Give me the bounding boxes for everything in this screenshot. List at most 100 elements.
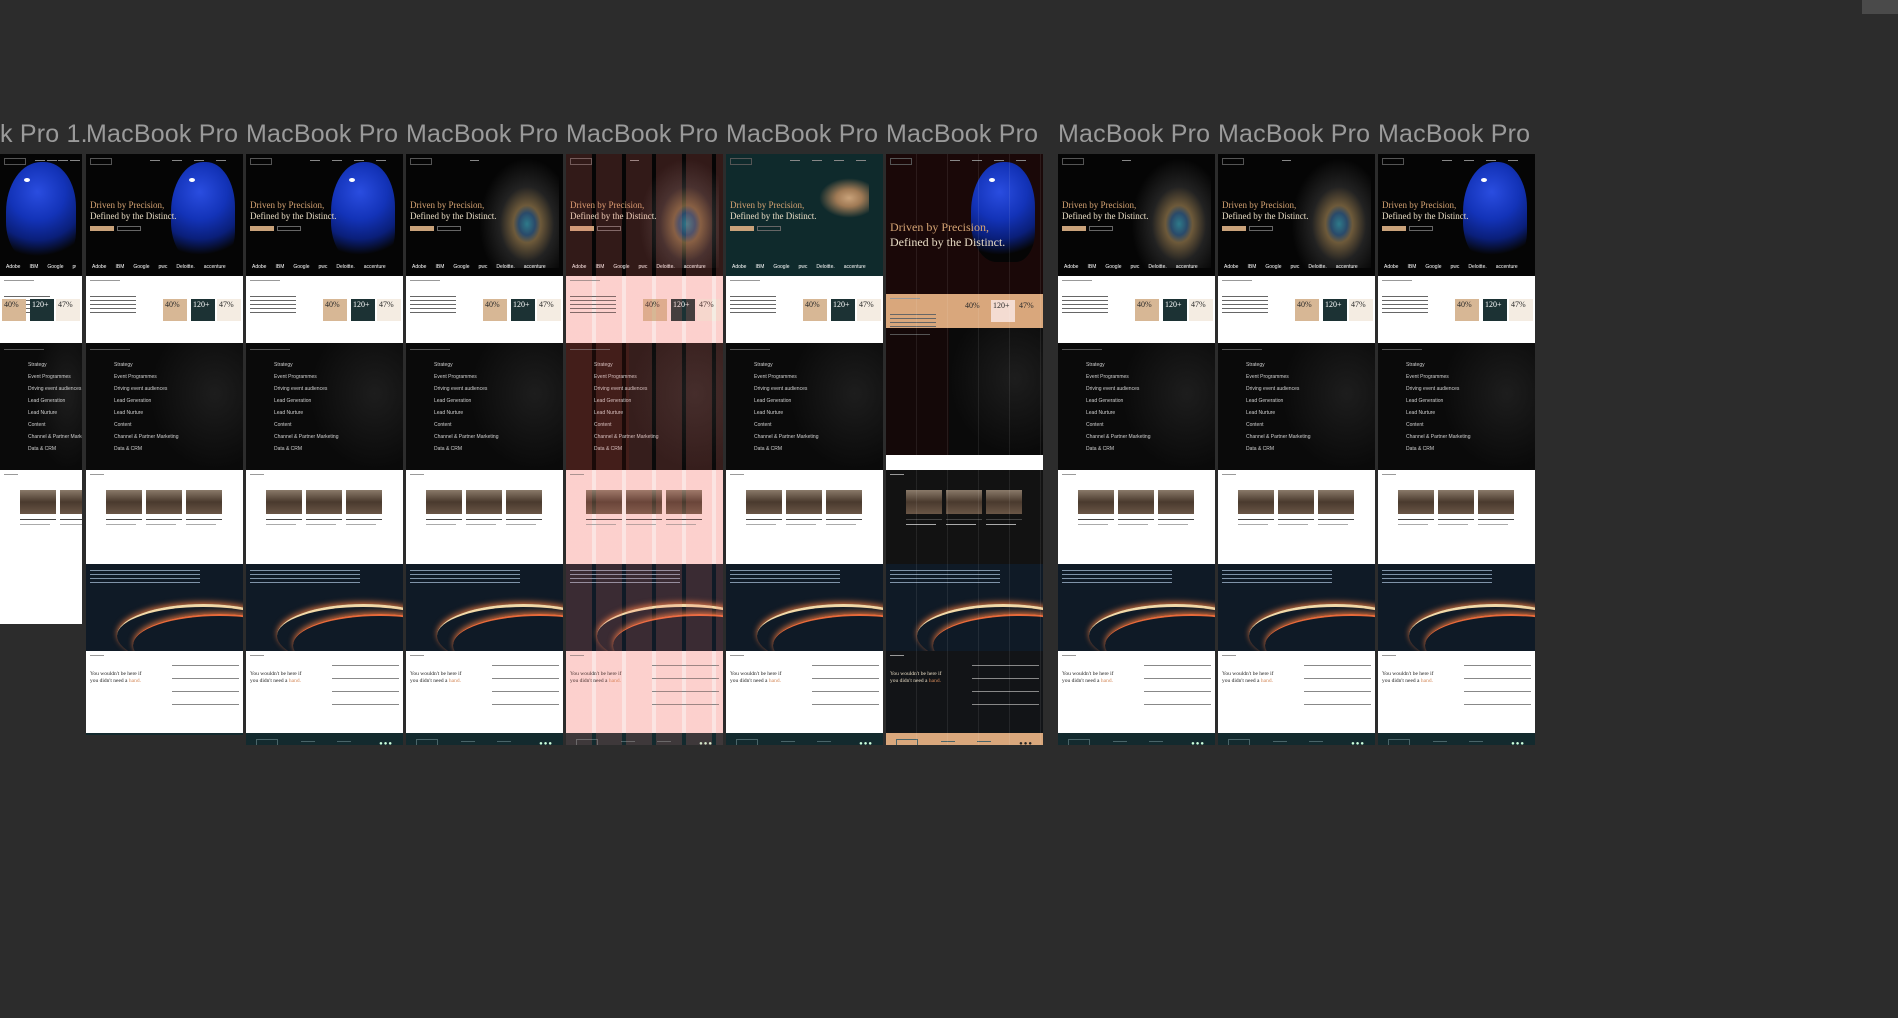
service-item: Lead Nurture	[754, 410, 784, 416]
services-section: Strategy Event Programmes Driving event au…	[1058, 343, 1215, 470]
artboard-title[interactable]: MacBook Pro 1...	[86, 118, 247, 150]
service-item: Lead Nurture	[594, 410, 624, 416]
site-logo	[90, 158, 112, 165]
artboard-preview[interactable]: Driven by Precision, Defined by the Disti…	[1378, 154, 1535, 745]
artboard-preview[interactable]: AdobeIBMGooglepwcDeloitte.accenture40%12…	[0, 154, 82, 624]
form-field-line	[1304, 678, 1371, 679]
secondary-cta-button	[117, 226, 141, 231]
contact-heading: You wouldn't be here if you didn't need a…	[1382, 671, 1433, 685]
service-item: Lead Nurture	[114, 410, 144, 416]
event-photo	[20, 490, 56, 514]
case-study-meta	[1478, 524, 1508, 525]
artboard-preview[interactable]: Driven by Precision, Defined by the Disti…	[886, 154, 1043, 745]
text-line	[1222, 578, 1332, 579]
services-section: Strategy Event Programmes Driving event au…	[406, 343, 563, 470]
text-line	[570, 296, 616, 297]
artboard-preview[interactable]: Driven by Precision, Defined by the Disti…	[566, 154, 723, 745]
text-line	[1222, 300, 1268, 301]
artboard-preview[interactable]: Driven by Precision, Defined by the Disti…	[726, 154, 883, 745]
artboard-preview[interactable]: Driven by Precision, Defined by the Disti…	[1058, 154, 1215, 745]
case-study-title	[826, 519, 862, 520]
artboard-title[interactable]: k Pro 1...	[0, 118, 86, 150]
stat-card: 120+	[191, 299, 215, 321]
artboard-preview[interactable]: Driven by Precision, Defined by the Disti…	[1218, 154, 1375, 745]
artboard-preview[interactable]: Driven by Precision, Defined by the Disti…	[406, 154, 563, 745]
artboard-title[interactable]: MacBook Pro 1...	[886, 118, 1047, 150]
case-study-title	[906, 519, 942, 520]
hero-headline-line2: Defined by the Distinct.	[410, 211, 497, 221]
client-logo: Google	[1105, 264, 1122, 270]
contact-heading-line2: you didn't need a hand.	[90, 678, 141, 685]
event-photo	[946, 490, 982, 514]
client-logo: IBM	[1407, 264, 1417, 270]
stats-section: 40% 120+ 47%	[566, 276, 723, 343]
client-logo: Adobe	[732, 264, 747, 270]
peacock-image	[6, 162, 76, 262]
case-study-meta	[1318, 524, 1348, 525]
case-study-title	[106, 519, 142, 520]
contact-heading: You wouldn't be here if you didn't need a…	[730, 671, 781, 685]
hero-headline: Driven by Precision, Defined by the Disti…	[1382, 200, 1468, 222]
artboard-title[interactable]: MacBook Pro 1...	[726, 118, 887, 150]
artboard-title[interactable]: MacBook Pro 1...	[1378, 118, 1539, 150]
event-photo	[1158, 490, 1194, 514]
nav-link	[834, 160, 844, 161]
contact-heading-accent: hand.	[768, 678, 781, 684]
light-trail-section	[726, 564, 883, 651]
hero-headline-line1: Driven by Precision,	[1222, 200, 1297, 210]
stats-section: 40% 120+ 47%	[1058, 276, 1215, 343]
case-study-title	[146, 519, 182, 520]
footer-column	[337, 741, 352, 742]
text-line	[410, 582, 520, 583]
text-line	[1382, 570, 1492, 571]
case-study-title	[1438, 519, 1474, 520]
event-photo	[666, 490, 702, 514]
client-logo: Deloitte.	[176, 264, 195, 270]
client-logos: Adobe IBM Google pwc Deloitte. accenture	[252, 264, 397, 270]
form-field-line	[172, 678, 239, 679]
case-studies-section	[726, 470, 883, 564]
secondary-cta-button	[757, 226, 781, 231]
text-line	[570, 308, 616, 309]
footer-logo	[1228, 739, 1250, 745]
services-list: Strategy Event Programmes Driving event au…	[594, 359, 658, 455]
site-logo	[730, 158, 752, 165]
artboard-title[interactable]: MacBook Pro 1...	[566, 118, 727, 150]
service-item: Event Programmes	[1406, 374, 1449, 380]
contact-heading-line2: you didn't need a hand.	[1222, 678, 1273, 685]
stats-eyebrow	[1062, 280, 1092, 281]
hero-nav	[250, 158, 399, 165]
case-studies-eyebrow	[570, 474, 584, 475]
case-study-title	[1118, 519, 1154, 520]
nav-link	[994, 160, 1004, 161]
case-study-meta	[746, 524, 776, 525]
artboard-preview[interactable]: Driven by Precision, Defined by the Disti…	[246, 154, 403, 745]
contact-form-lines	[812, 665, 879, 717]
footer-column	[1432, 741, 1447, 742]
service-item: Content	[274, 422, 292, 428]
artboard-title[interactable]: MacBook Pro 1...	[1218, 118, 1379, 150]
client-logo: Adobe	[92, 264, 107, 270]
text-line	[90, 582, 200, 583]
contact-form-lines	[172, 665, 239, 717]
case-study-meta	[626, 524, 656, 525]
stats-paragraph	[1382, 296, 1428, 316]
hero-buttons	[410, 226, 462, 231]
artboard-preview[interactable]: Driven by Precision, Defined by the Disti…	[86, 154, 243, 735]
text-line	[570, 300, 616, 301]
text-line	[1062, 312, 1108, 313]
service-item: Event Programmes	[1246, 374, 1289, 380]
service-item: Driving event audiences	[1246, 386, 1300, 392]
hero-buttons	[1222, 226, 1274, 231]
stats-paragraph	[730, 296, 776, 316]
case-studies-section	[566, 470, 723, 564]
stats-section: 40% 120+ 47%	[406, 276, 563, 343]
artboard-title[interactable]: MacBook Pro 1...	[406, 118, 567, 150]
case-study-meta	[306, 524, 336, 525]
form-field-line	[1464, 691, 1531, 692]
artboard-title[interactable]: MacBook Pro 1...	[246, 118, 407, 150]
form-field-line	[492, 704, 559, 705]
artboard-title[interactable]: MacBook Pro 1...	[1058, 118, 1219, 150]
service-item: Driving event audiences	[594, 386, 648, 392]
nav-link	[856, 160, 866, 161]
